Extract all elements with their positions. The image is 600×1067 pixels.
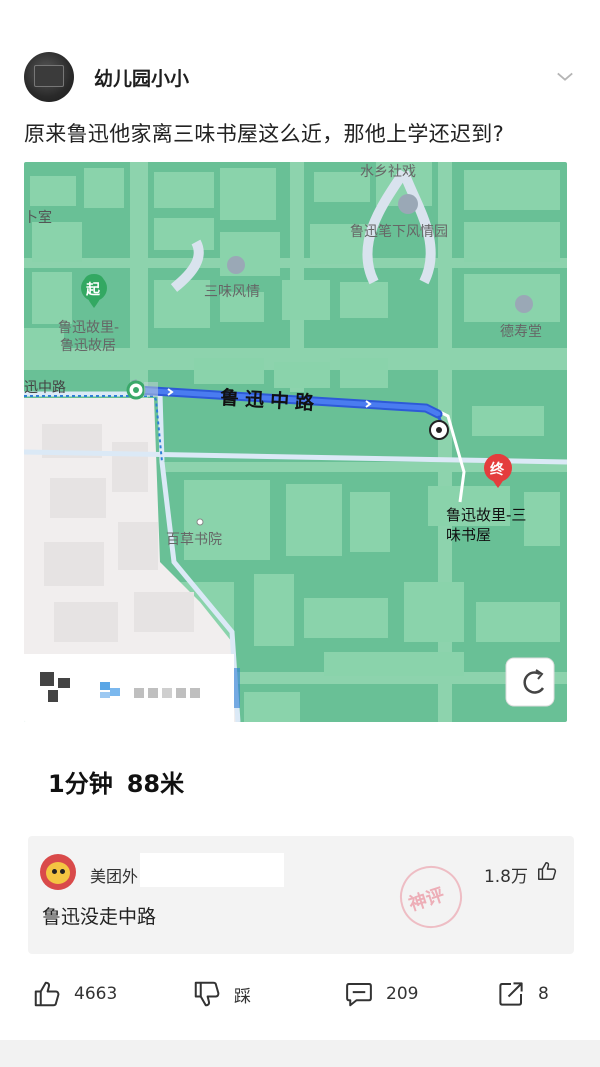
post-title: 原来鲁迅他家离三味书屋这么近，那他上学还迟到? [24, 122, 505, 146]
map-start-name-1: 鲁迅故里- [58, 320, 119, 336]
route-info: 1分钟 88米 [48, 764, 184, 799]
action-bar: 4663 踩 209 8 [0, 972, 600, 1016]
author-avatar[interactable] [24, 52, 74, 102]
share-icon [499, 982, 523, 1006]
stamp-text: 神评 [406, 884, 448, 916]
map-start-badge: 起 [85, 281, 101, 298]
map-label-sanweifengqing: 三味风情 [204, 284, 260, 300]
thumbs-up-icon [34, 981, 60, 1007]
map-end-name-2: 味书屋 [446, 526, 491, 544]
map-label-shoutang: 德寿堂 [500, 323, 542, 340]
comment-count: 209 [386, 984, 419, 1004]
top-comment[interactable]: 美团外 神评 1.8万 鲁迅没走中路 [28, 836, 574, 954]
avatar-badge-icon [34, 65, 64, 87]
route-card: 1分钟 88米 [24, 722, 567, 832]
map-label-xiaoshi: 卜室 [24, 209, 52, 226]
like-button[interactable]: 4663 [32, 972, 117, 1016]
map-start-name-2: 鲁迅故居 [60, 338, 116, 354]
dislike-label: 踩 [234, 986, 251, 1007]
author-name[interactable]: 幼儿园小小 [94, 64, 189, 91]
comment-button[interactable]: 209 [344, 972, 418, 1016]
map-end-name-1: 鲁迅故里-三 [446, 506, 526, 524]
commenter-face-icon [46, 862, 70, 884]
map-end-badge: 终 [490, 461, 505, 478]
map-label-baicao: 百草书院 [166, 532, 222, 548]
commenter-avatar[interactable] [40, 854, 76, 890]
commenter-eye-icon [52, 869, 57, 874]
comment-like-count: 1.8万 [483, 867, 528, 887]
map-label-biyuan: 鲁迅笔下风情园 [350, 224, 448, 240]
footer-divider [0, 1040, 600, 1067]
map-road-left: 迅中路 [24, 380, 66, 396]
dislike-button[interactable]: 踩 [192, 972, 251, 1016]
post-header: 幼儿园小小 [24, 50, 576, 106]
commenter-name[interactable]: 美团外 [90, 863, 138, 887]
share-count: 8 [538, 984, 549, 1004]
map-label-shuixiang: 水乡社戏 [360, 164, 416, 180]
name-redaction [140, 853, 284, 887]
share-button[interactable]: 8 [496, 972, 549, 1016]
route-time: 1分钟 [48, 770, 113, 798]
comment-bubble-icon [346, 983, 372, 1007]
thumbs-up-icon[interactable] [536, 860, 558, 882]
route-distance: 88米 [126, 770, 185, 798]
thumbs-down-icon [194, 981, 220, 1007]
like-count: 4663 [74, 984, 118, 1004]
map-image[interactable]: 水乡社戏 鲁迅笔下风情园 卜室 三味风情 德寿堂 起 鲁迅故里- 鲁迅故居 迅中… [24, 162, 567, 722]
shenping-stamp-icon: 神评 [391, 857, 471, 937]
comment-text: 鲁迅没走中路 [42, 906, 157, 928]
commenter-eye-icon [60, 869, 65, 874]
chevron-down-icon[interactable] [556, 68, 574, 86]
